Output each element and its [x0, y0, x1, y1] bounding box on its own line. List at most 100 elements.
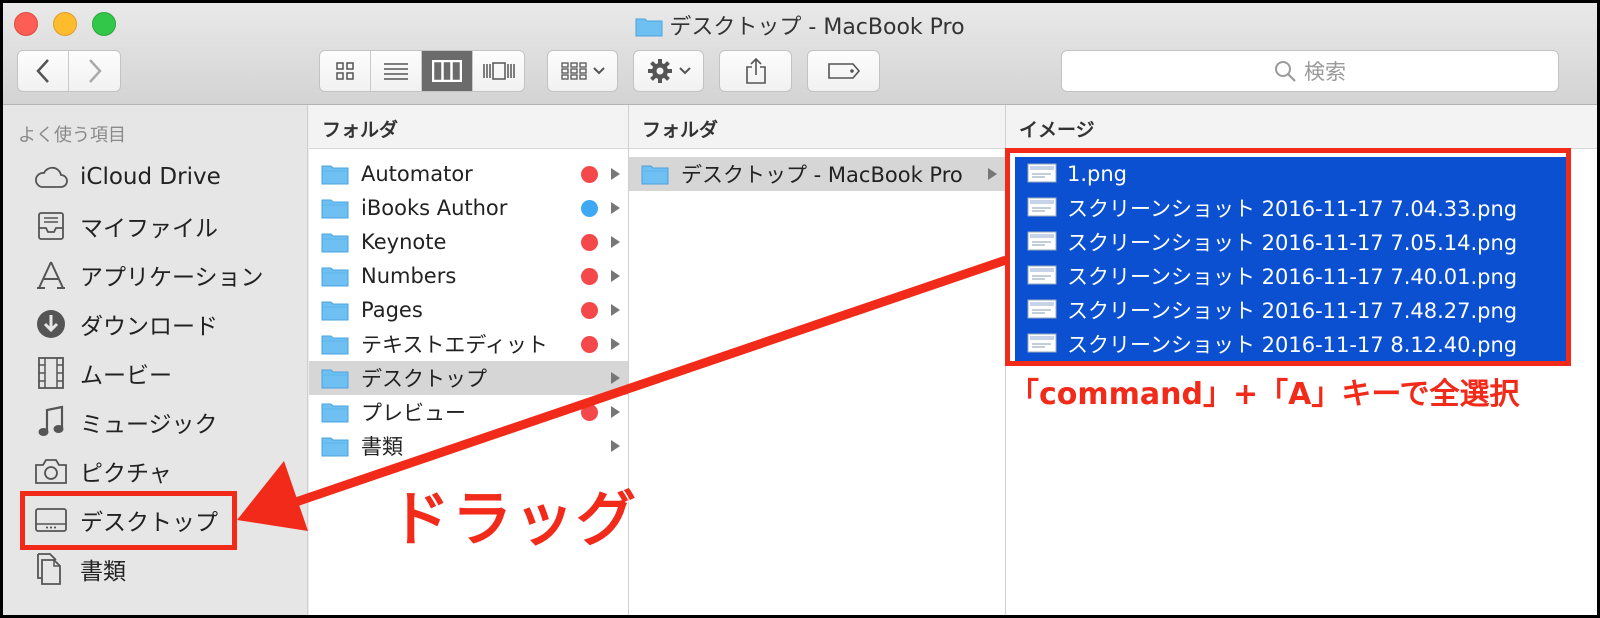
image-file-icon — [1027, 197, 1057, 219]
inbox-tray-icon — [31, 206, 71, 246]
item-name: スクリーンショット 2016-11-17 7.04.33.png — [1067, 197, 1518, 221]
chevron-right-icon — [88, 59, 102, 83]
image-file-icon — [1027, 231, 1057, 253]
color-tag — [581, 336, 598, 353]
item-name: スクリーンショット 2016-11-17 7.48.27.png — [1067, 299, 1518, 323]
share-button[interactable] — [719, 50, 792, 92]
chevron-down-icon — [678, 67, 691, 75]
item-name: 書類 — [361, 435, 403, 459]
color-tag — [581, 200, 598, 217]
folder-list-item[interactable]: デスクトップ — [309, 361, 628, 395]
window-title: デスクトップ - MacBook Pro — [3, 9, 1597, 41]
arrange-button[interactable] — [547, 50, 618, 92]
window-title-text: デスクトップ - MacBook Pro — [669, 15, 965, 40]
folder-icon — [321, 265, 349, 287]
item-name: デスクトップ - MacBook Pro — [681, 163, 963, 187]
image-file-item[interactable]: スクリーンショット 2016-11-17 8.12.40.png — [1015, 327, 1567, 361]
download-icon — [31, 304, 71, 344]
item-name: スクリーンショット 2016-11-17 7.05.14.png — [1067, 231, 1518, 255]
chevron-down-icon — [592, 67, 605, 75]
disclosure-arrow-icon — [611, 168, 620, 180]
color-tag — [581, 234, 598, 251]
folder-list-item[interactable]: テキストエディット — [309, 327, 628, 361]
applications-icon — [31, 255, 71, 295]
search-placeholder: 検索 — [1304, 60, 1346, 84]
folder-list-item[interactable]: Pages — [309, 293, 628, 327]
disclosure-arrow-icon — [611, 338, 620, 350]
icon-view-button[interactable] — [320, 51, 371, 91]
sidebar-item-documents[interactable]: 書類 — [3, 547, 308, 591]
sidebar-item-applications[interactable]: アプリケーション — [3, 253, 308, 297]
item-name: スクリーンショット 2016-11-17 7.40.01.png — [1067, 265, 1518, 289]
item-name: iBooks Author — [361, 196, 508, 220]
folder-list-item[interactable]: 書類 — [309, 429, 628, 463]
image-file-icon — [1027, 299, 1057, 321]
color-tag — [581, 302, 598, 319]
arrange-icon — [560, 62, 587, 80]
search-icon — [1275, 61, 1296, 82]
forward-button[interactable] — [69, 51, 120, 91]
disclosure-arrow-icon — [611, 440, 620, 452]
tags-button[interactable] — [807, 50, 880, 92]
folder-list-item[interactable]: デスクトップ - MacBook Pro — [629, 157, 1005, 191]
image-file-item[interactable]: 1.png — [1015, 157, 1567, 191]
sidebar-item-label: ミュージック — [80, 412, 218, 438]
action-button[interactable] — [633, 50, 704, 92]
folder-list-item[interactable]: プレビュー — [309, 395, 628, 429]
search-field[interactable]: 検索 — [1061, 50, 1559, 92]
item-name: Automator — [361, 162, 473, 186]
sidebar-item-downloads[interactable]: ダウンロード — [3, 302, 308, 346]
disclosure-arrow-icon — [988, 168, 997, 180]
sidebar-item-movies[interactable]: ムービー — [3, 351, 308, 395]
sidebar-item-my-files[interactable]: マイファイル — [3, 204, 308, 248]
sidebar-item-pictures[interactable]: ピクチャ — [3, 449, 308, 493]
folder-list-item[interactable]: Numbers — [309, 259, 628, 293]
folder-icon — [321, 367, 349, 389]
column-view-icon — [432, 60, 462, 82]
sidebar-item-label: ムービー — [80, 363, 172, 389]
item-name: Numbers — [361, 264, 457, 288]
color-tag — [581, 166, 598, 183]
image-file-item[interactable]: スクリーンショット 2016-11-17 7.40.01.png — [1015, 259, 1567, 293]
sidebar-item-label: ピクチャ — [80, 461, 172, 487]
sidebar-item-label: iCloud Drive — [80, 164, 221, 190]
column-desktop-folder: フォルダ デスクトップ - MacBook Pro — [629, 105, 1005, 615]
column-header: フォルダ — [629, 105, 1005, 149]
disclosure-arrow-icon — [611, 372, 620, 384]
sidebar-item-music[interactable]: ミュージック — [3, 400, 308, 444]
sidebar-item-label: マイファイル — [80, 216, 218, 242]
column-images: イメージ 1.png スクリーンショット 2016-11-17 7.04.33.p… — [1006, 105, 1597, 615]
document-icon — [31, 549, 71, 589]
toolbar: デスクトップ - MacBook Pro 検索 — [3, 3, 1597, 105]
film-icon — [31, 353, 71, 393]
color-tag — [581, 268, 598, 285]
sidebar-item-label: デスクトップ — [80, 510, 218, 536]
cover-flow-view-button[interactable] — [473, 51, 524, 91]
sidebar: よく使う項目 iCloud Drive マイファイル アプリケーション ダウンロ… — [3, 105, 308, 615]
list-view-button[interactable] — [371, 51, 422, 91]
item-name: Keynote — [361, 230, 447, 254]
sidebar-item-desktop[interactable]: デスクトップ — [3, 498, 308, 542]
music-note-icon — [31, 402, 71, 442]
folder-icon — [321, 401, 349, 423]
folder-list-item[interactable]: Keynote — [309, 225, 628, 259]
image-file-item[interactable]: スクリーンショット 2016-11-17 7.48.27.png — [1015, 293, 1567, 327]
view-mode-selector — [319, 50, 525, 92]
gear-icon — [647, 59, 672, 83]
sidebar-item-label: 書類 — [80, 559, 126, 585]
sidebar-item-label: ダウンロード — [80, 314, 218, 340]
cover-flow-icon — [482, 62, 515, 80]
back-button[interactable] — [18, 51, 69, 91]
sidebar-heading: よく使う項目 — [18, 125, 126, 146]
sidebar-item-icloud-drive[interactable]: iCloud Drive — [3, 155, 308, 199]
folder-list-item[interactable]: Automator — [309, 157, 628, 191]
folder-icon — [321, 435, 349, 457]
image-file-item[interactable]: スクリーンショット 2016-11-17 7.04.33.png — [1015, 191, 1567, 225]
column-view-button[interactable] — [422, 51, 473, 91]
item-name: プレビュー — [361, 401, 466, 425]
image-file-item[interactable]: スクリーンショット 2016-11-17 7.05.14.png — [1015, 225, 1567, 259]
desktop-icon — [31, 500, 71, 540]
share-icon — [745, 57, 766, 84]
folder-list-item[interactable]: iBooks Author — [309, 191, 628, 225]
select-all-caption: 「command」+「A」キーで全選択 — [1009, 377, 1520, 412]
